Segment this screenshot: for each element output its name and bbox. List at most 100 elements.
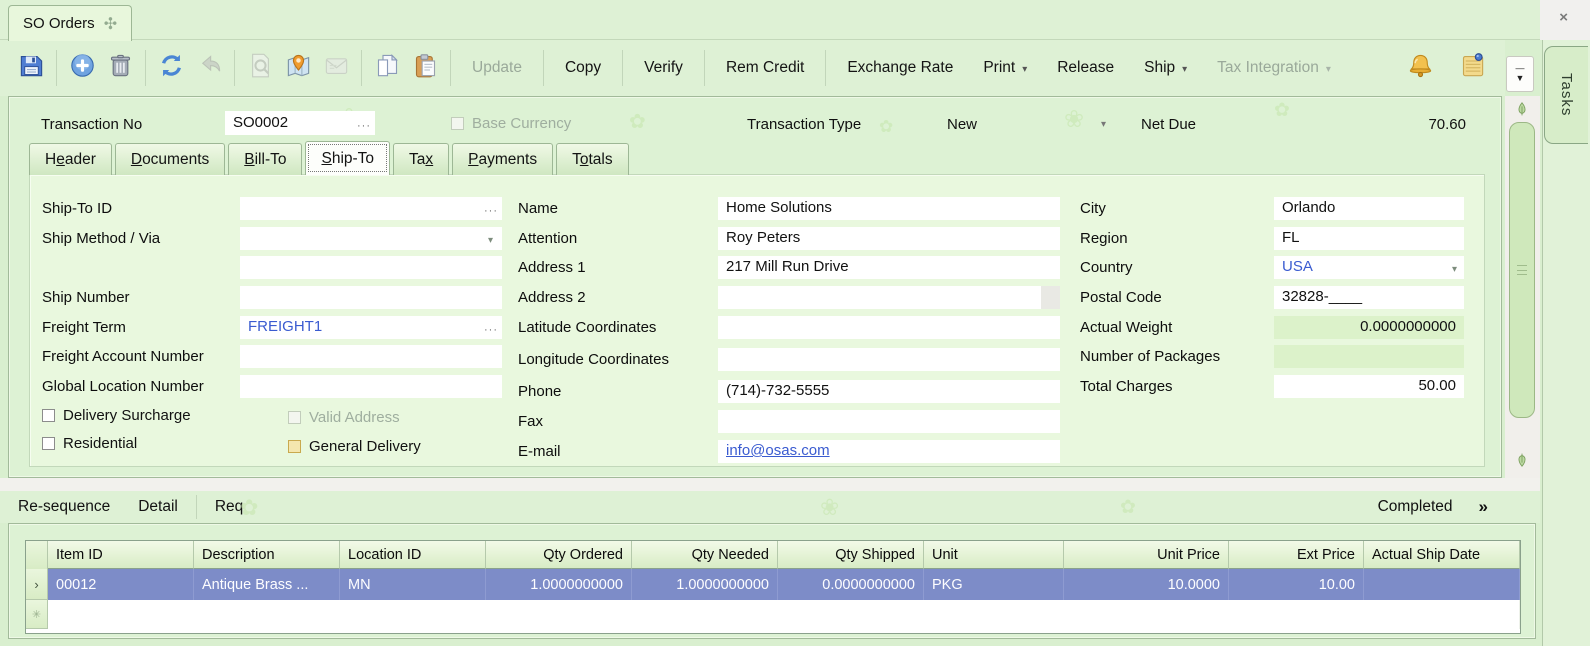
exchange-rate-button[interactable]: Exchange Rate	[832, 48, 968, 88]
lookup-ellipsis-icon[interactable]: ···	[484, 324, 498, 336]
req-button[interactable]: Req	[201, 493, 257, 521]
close-icon[interactable]: ×	[1559, 9, 1568, 26]
col-qty-shipped[interactable]: Qty Shipped	[778, 541, 924, 569]
base-currency-checkbox[interactable]: Base Currency	[451, 115, 571, 132]
update-button[interactable]: Update	[457, 48, 537, 88]
postal-code-input[interactable]: 32828-____	[1274, 286, 1464, 309]
general-delivery-checkbox[interactable]: General Delivery	[288, 438, 421, 455]
freight-term-input[interactable]: FREIGHT1···	[240, 316, 502, 339]
col-description[interactable]: Description	[194, 541, 340, 569]
tab-payments[interactable]: Payments	[452, 143, 553, 175]
save-button[interactable]	[12, 46, 50, 90]
detail-button[interactable]: Detail	[124, 493, 192, 521]
ship-method-line2-input[interactable]	[240, 256, 502, 279]
lookup-ellipsis-icon[interactable]: ···	[484, 205, 498, 217]
valid-address-checkbox[interactable]: Valid Address	[288, 409, 400, 426]
col-qty-ordered[interactable]: Qty Ordered	[486, 541, 632, 569]
chevron-down-icon[interactable]: ▾	[488, 235, 493, 246]
transaction-type-value[interactable]: New	[947, 116, 977, 133]
map-button[interactable]	[279, 46, 317, 90]
cell-qty-needed[interactable]: 1.0000000000	[632, 569, 778, 600]
latitude-input[interactable]	[718, 316, 1060, 339]
country-input[interactable]: USA	[1274, 256, 1464, 279]
email-link[interactable]: info@osas.com	[726, 442, 830, 459]
col-location-id[interactable]: Location ID	[340, 541, 486, 569]
col-actual-ship-date[interactable]: Actual Ship Date	[1364, 541, 1520, 569]
print-button[interactable]: Print▾	[968, 48, 1042, 88]
address2-input[interactable]	[718, 286, 1060, 309]
chevron-down-icon[interactable]: ▾	[1452, 264, 1457, 275]
new-row[interactable]: ✳	[26, 600, 1520, 629]
longitude-input[interactable]	[718, 348, 1060, 371]
cell-unit[interactable]: PKG	[924, 569, 1064, 600]
notes-button[interactable]	[1453, 46, 1491, 90]
ship-method-input[interactable]	[240, 227, 502, 250]
chevron-down-icon[interactable]: ▾	[1101, 119, 1106, 130]
cell-unit-price[interactable]: 10.0000	[1064, 569, 1229, 600]
mail-button[interactable]	[317, 46, 355, 90]
ship-to-id-input[interactable]: ···	[240, 197, 502, 220]
tab-header[interactable]: Header	[29, 143, 112, 175]
alerts-button[interactable]	[1401, 46, 1439, 90]
email-input[interactable]: info@osas.com	[718, 440, 1060, 463]
address2-end-button[interactable]	[1041, 286, 1060, 309]
scroll-down-icon[interactable]	[1513, 450, 1531, 468]
tab-ship-to[interactable]: Ship-To	[305, 141, 390, 175]
rem-credit-button[interactable]: Rem Credit	[711, 48, 819, 88]
col-ext-price[interactable]: Ext Price	[1229, 541, 1364, 569]
vertical-scrollbar[interactable]	[1505, 96, 1540, 478]
city-input[interactable]: Orlando	[1274, 197, 1464, 220]
transaction-no-input[interactable]: SO0002 ···	[225, 111, 375, 135]
copy-record-button[interactable]	[368, 46, 406, 90]
ship-number-input[interactable]	[240, 286, 502, 309]
refresh-button[interactable]	[152, 46, 190, 90]
cell-description[interactable]: Antique Brass ...	[194, 569, 340, 600]
tab-tax[interactable]: Tax	[393, 143, 449, 175]
preview-button[interactable]	[241, 46, 279, 90]
tab-documents[interactable]: Documents	[115, 143, 225, 175]
document-tab-so-orders[interactable]: SO Orders ✣	[8, 5, 132, 41]
tab-tasks[interactable]: Tasks	[1544, 46, 1588, 144]
global-location-input[interactable]	[240, 375, 502, 398]
attention-input[interactable]: Roy Peters	[718, 227, 1060, 250]
paste-button[interactable]	[406, 46, 444, 90]
cell-qty-shipped[interactable]: 0.0000000000	[778, 569, 924, 600]
col-unit-price[interactable]: Unit Price	[1064, 541, 1229, 569]
cell-ext-price[interactable]: 10.00	[1229, 569, 1364, 600]
address1-input[interactable]: 217 Mill Run Drive	[718, 256, 1060, 279]
fax-input[interactable]	[718, 410, 1060, 433]
name-input[interactable]: Home Solutions	[718, 197, 1060, 220]
copy-button[interactable]: Copy	[550, 48, 616, 88]
undo-button[interactable]	[190, 46, 228, 90]
expand-more-icon[interactable]: »	[1479, 497, 1488, 517]
cell-location-id[interactable]: MN	[340, 569, 486, 600]
new-row-empty[interactable]	[48, 600, 1520, 629]
region-input[interactable]: FL	[1274, 227, 1464, 250]
delete-button[interactable]	[101, 46, 139, 90]
tab-bill-to[interactable]: Bill-To	[228, 143, 302, 175]
release-button[interactable]: Release	[1042, 48, 1129, 88]
col-unit[interactable]: Unit	[924, 541, 1064, 569]
table-row[interactable]: › 00012 Antique Brass ... MN 1.000000000…	[26, 569, 1520, 600]
delivery-surcharge-checkbox[interactable]: Delivery Surcharge	[42, 407, 191, 424]
panel-divider[interactable]	[0, 478, 1540, 491]
tax-integration-button[interactable]: Tax Integration▾	[1202, 48, 1346, 88]
cell-item-id[interactable]: 00012	[48, 569, 194, 600]
add-button[interactable]	[63, 46, 101, 90]
residential-checkbox[interactable]: Residential	[42, 435, 137, 452]
tab-totals[interactable]: Totals	[556, 143, 629, 175]
ship-button[interactable]: Ship▾	[1129, 48, 1202, 88]
resequence-button[interactable]: Re-sequence	[0, 493, 124, 521]
scroll-up-icon[interactable]	[1513, 101, 1531, 119]
cell-actual-ship-date[interactable]	[1364, 569, 1520, 600]
cell-qty-ordered[interactable]: 1.0000000000	[486, 569, 632, 600]
scrollbar-thumb[interactable]	[1509, 122, 1535, 418]
toolbar-overflow-button[interactable]: — ▼	[1506, 56, 1534, 92]
col-qty-needed[interactable]: Qty Needed	[632, 541, 778, 569]
verify-button[interactable]: Verify	[629, 48, 698, 88]
phone-input[interactable]: (714)-732-5555	[718, 380, 1060, 403]
freight-account-input[interactable]	[240, 345, 502, 368]
total-charges-input[interactable]: 50.00	[1274, 375, 1464, 398]
col-item-id[interactable]: Item ID	[48, 541, 194, 569]
lookup-ellipsis-icon[interactable]: ···	[357, 120, 371, 132]
